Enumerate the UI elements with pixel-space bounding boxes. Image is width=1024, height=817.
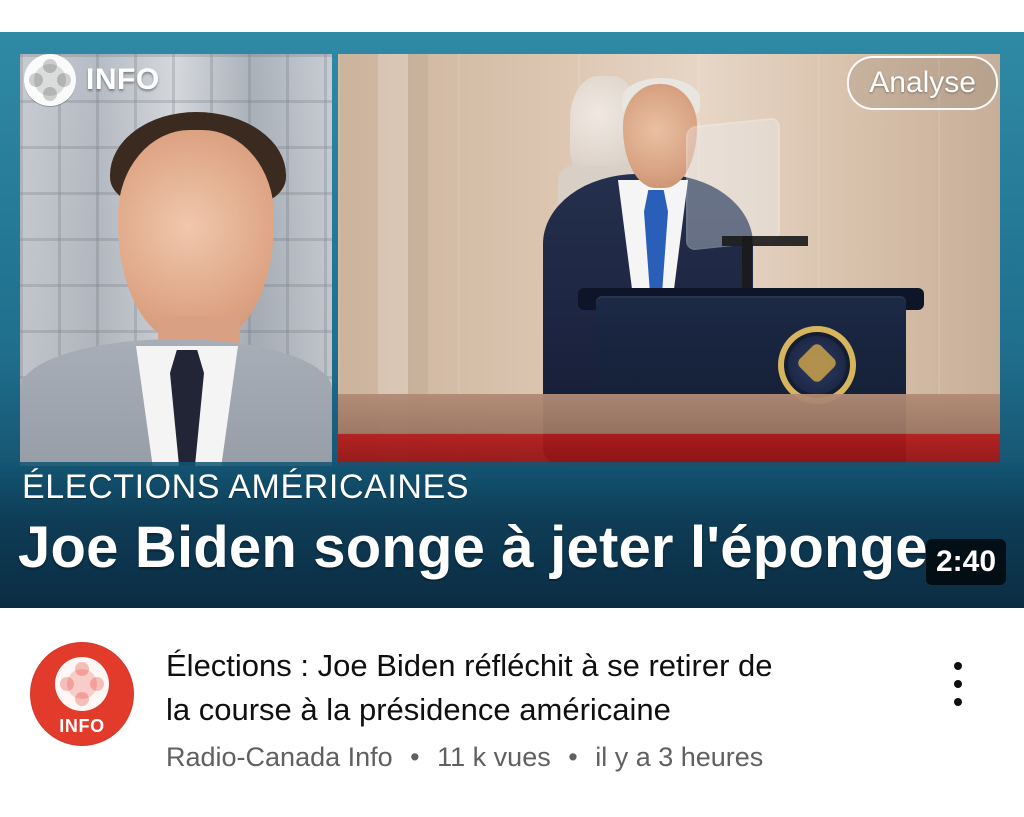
channel-name[interactable]: Radio-Canada Info bbox=[166, 742, 393, 772]
teleprompter bbox=[686, 117, 780, 251]
more-options-button[interactable] bbox=[938, 654, 978, 714]
anchor-face bbox=[118, 130, 274, 344]
cbc-gem-dot bbox=[43, 59, 57, 73]
more-vertical-icon bbox=[954, 662, 962, 706]
video-metadata: INFO Élections : Joe Biden réfléchit à s… bbox=[0, 610, 1024, 817]
channel-avatar-text: INFO bbox=[59, 716, 105, 736]
cbc-gem-dot bbox=[43, 87, 57, 101]
video-subline: Radio-Canada Info • 11 k vues • il y a 3… bbox=[166, 740, 926, 774]
cbc-gem-icon bbox=[24, 54, 76, 106]
presidential-seal bbox=[778, 326, 856, 404]
brand-text: INFO bbox=[86, 63, 160, 96]
video-title-line-2: la course à la présidence américaine bbox=[166, 692, 671, 727]
channel-gem-dot bbox=[75, 662, 89, 676]
channel-gem-dot bbox=[90, 677, 104, 691]
view-count: 11 k vues bbox=[437, 742, 551, 772]
video-duration: 2:40 bbox=[925, 539, 1006, 585]
microphone-arm bbox=[722, 236, 808, 246]
channel-gem-dot bbox=[60, 677, 74, 691]
video-title-line-1: Élections : Joe Biden réfléchit à se ret… bbox=[166, 648, 773, 683]
analyse-badge: Analyse bbox=[847, 56, 998, 110]
anchor-video-frame bbox=[20, 54, 332, 466]
video-title[interactable]: Élections : Joe Biden réfléchit à se ret… bbox=[166, 644, 926, 732]
video-thumbnail[interactable]: INFO Analyse ÉLECTIONS AMÉRICAINES Joe B… bbox=[0, 32, 1024, 608]
cbc-info-logo: INFO bbox=[24, 54, 160, 106]
kicker-label: ÉLECTIONS AMÉRICAINES bbox=[22, 468, 470, 506]
channel-avatar[interactable]: INFO bbox=[30, 642, 134, 746]
youtube-video-item: INFO Analyse ÉLECTIONS AMÉRICAINES Joe B… bbox=[0, 0, 1024, 817]
published-time: il y a 3 heures bbox=[595, 742, 764, 772]
channel-gem-dot bbox=[75, 692, 89, 706]
speech-video-frame bbox=[338, 54, 1000, 466]
thumbnail-headline: Joe Biden songe à jeter l'éponge bbox=[18, 515, 928, 580]
kebab-dot bbox=[954, 698, 962, 706]
cbc-gem-dot bbox=[57, 73, 71, 87]
speaker-face bbox=[623, 84, 697, 188]
separator-dot: • bbox=[410, 742, 420, 772]
cbc-gem-dot bbox=[29, 73, 43, 87]
room-floor bbox=[338, 394, 1000, 466]
kebab-dot bbox=[954, 680, 962, 688]
kebab-dot bbox=[954, 662, 962, 670]
channel-gem-icon bbox=[55, 657, 109, 711]
separator-dot: • bbox=[568, 742, 578, 772]
